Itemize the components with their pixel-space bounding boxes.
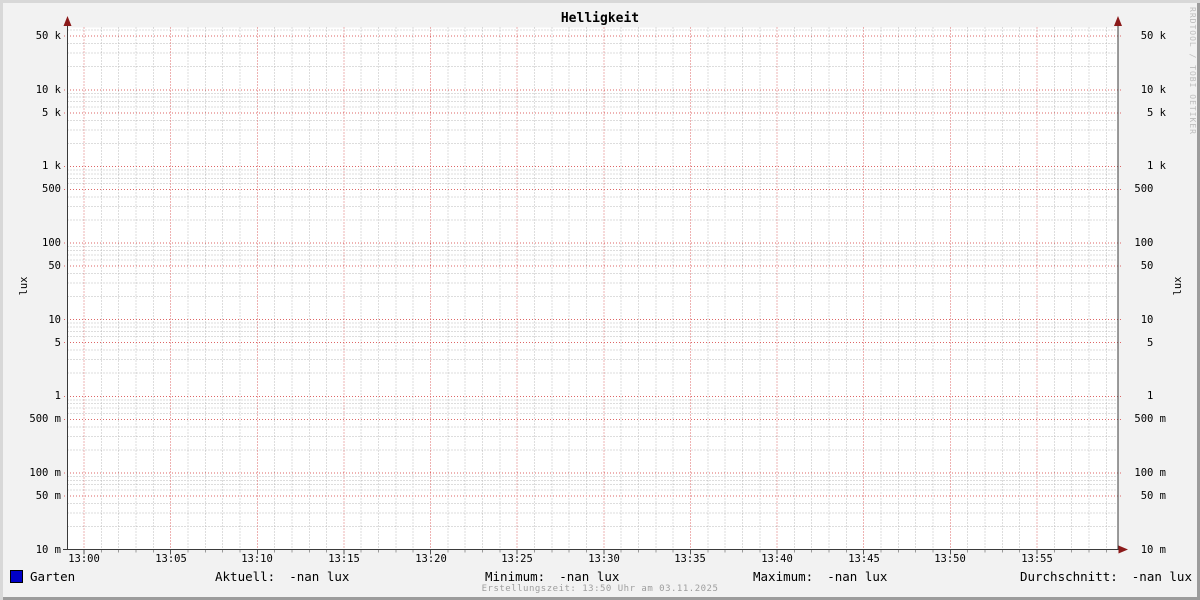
y-tick-label-right: 50 k (1140, 30, 1166, 42)
y-tick-label-left: 50 k (35, 30, 61, 42)
y-tick-label-right: 10 k (1140, 84, 1166, 96)
y-tick-label-left: 5 (54, 337, 61, 349)
legend-aktuell: Aktuell: -nan lux (215, 569, 349, 584)
y-axis-label-left: lux (18, 276, 30, 296)
legend-minimum-label: Minimum: (485, 569, 546, 584)
y-tick-label-right: 500 (1134, 183, 1166, 195)
legend-durchschnitt: Durchschnitt: -nan lux (1020, 569, 1192, 584)
legend-aktuell-value: -nan lux (289, 569, 350, 584)
legend-durchschnitt-label: Durchschnitt: (1019, 569, 1118, 584)
legend-aktuell-label: Aktuell: (215, 569, 276, 584)
x-tick-label: 13:15 (328, 553, 360, 565)
x-tick-label: 13:30 (588, 553, 620, 565)
x-tick-label: 13:55 (1021, 553, 1053, 565)
x-tick-label: 13:00 (68, 553, 100, 565)
y-tick-label-left: 100 m (29, 467, 61, 479)
legend-minimum: Minimum: -nan lux (485, 569, 619, 584)
y-axis-label-right: lux (1172, 276, 1184, 296)
creation-time-text: Erstellungszeit: 13:50 Uhr am 03.11.2025 (481, 584, 719, 594)
y-tick-label-right: 500 m (1134, 413, 1166, 425)
y-tick-label-left: 500 (42, 183, 61, 195)
y-tick-label-left: 10 k (35, 84, 61, 96)
legend-maximum-label: Maximum: (753, 569, 814, 584)
series-swatch-garten (10, 570, 23, 583)
y-tick-label-left: 10 (48, 314, 61, 326)
legend-maximum: Maximum: -nan lux (753, 569, 887, 584)
rrdtool-watermark: RRDTOOL / TOBI OETIKER (1188, 7, 1197, 135)
y-tick-label-left: 500 m (29, 413, 61, 425)
rrd-graph: 50 k 50 k 10 k 10 k 5 k 5 k 1 k 1 k 500 500 100 10… (0, 0, 1200, 600)
y-tick-label-right: 100 (1134, 237, 1166, 249)
y-tick-label-right: 50 m (1140, 490, 1166, 502)
chart-title: Helligkeit (560, 11, 640, 26)
x-tick-label: 13:05 (155, 553, 187, 565)
legend-durchschnitt-value: -nan lux (1131, 569, 1192, 584)
y-tick-label-left: 1 k (42, 160, 61, 172)
legend-minimum-value: -nan lux (559, 569, 620, 584)
y-tick-label-right: 50 (1140, 260, 1166, 272)
x-tick-label: 13:10 (241, 553, 273, 565)
x-tick-label: 13:40 (761, 553, 793, 565)
y-tick-label-right: 10 m (1140, 544, 1166, 556)
y-tick-label-right: 5 k (1147, 107, 1166, 119)
y-tick-label-left: 10 m (35, 544, 61, 556)
x-tick-label: 13:50 (934, 553, 966, 565)
legend-maximum-value: -nan lux (827, 569, 888, 584)
y-tick-label-left: 100 (42, 237, 61, 249)
y-tick-label-left: 5 k (42, 107, 61, 119)
x-tick-label: 13:35 (674, 553, 706, 565)
y-tick-label-right: 100 m (1134, 467, 1166, 479)
y-tick-label-left: 1 (54, 390, 61, 402)
x-tick-label: 13:25 (501, 553, 533, 565)
y-tick-label-left: 50 m (35, 490, 61, 502)
y-tick-label-right: 5 (1147, 337, 1166, 349)
y-tick-label-left: 50 (48, 260, 61, 272)
y-tick-label-right: 1 k (1147, 160, 1166, 172)
y-tick-label-right: 10 (1140, 314, 1166, 326)
y-tick-label-right: 1 (1147, 390, 1166, 402)
x-tick-label: 13:45 (848, 553, 880, 565)
series-label-garten: Garten (30, 569, 76, 584)
x-tick-label: 13:20 (415, 553, 447, 565)
plot-area (63, 16, 1128, 555)
